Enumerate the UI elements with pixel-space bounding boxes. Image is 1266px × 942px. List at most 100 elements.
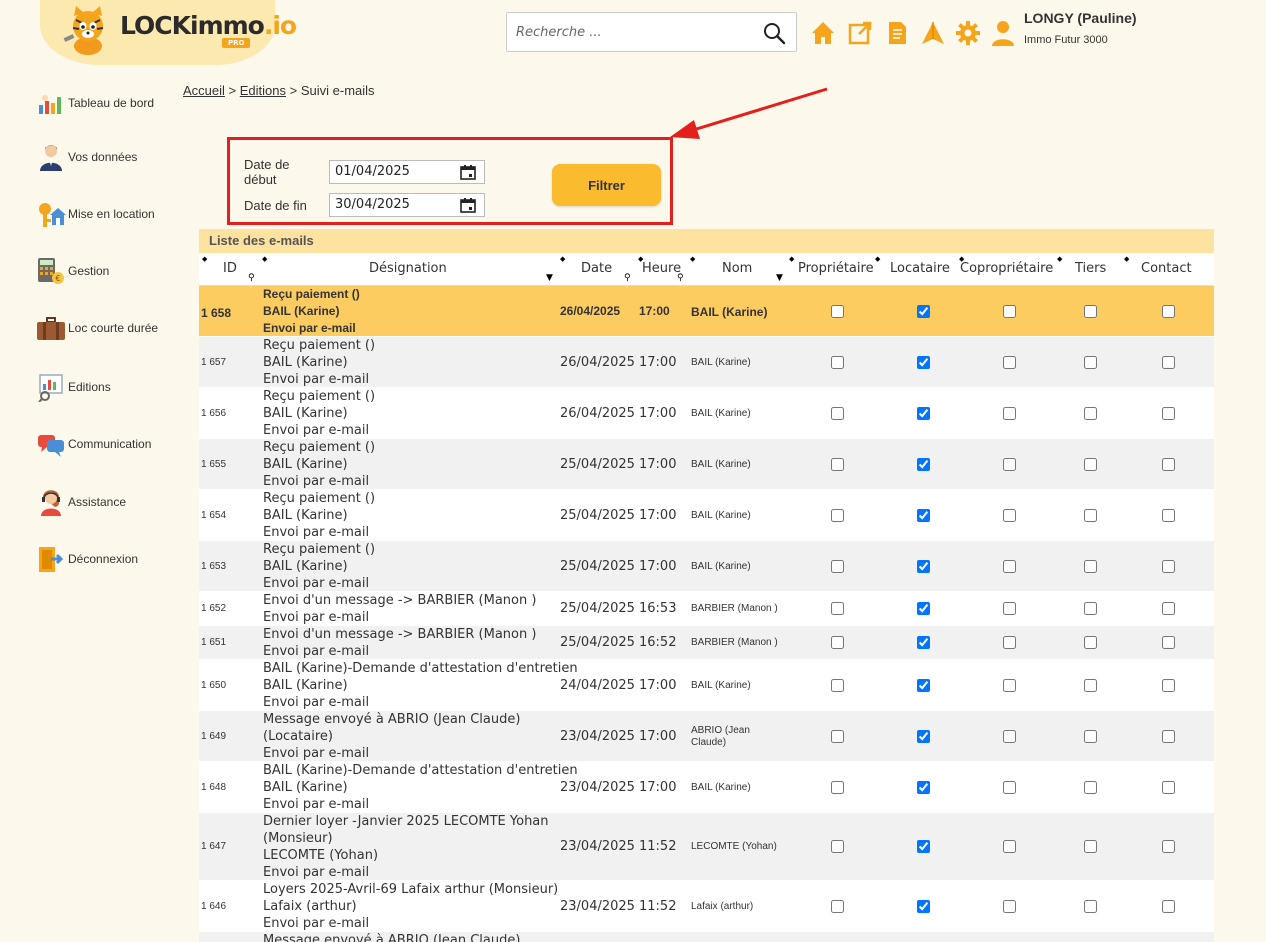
search-filter-icon[interactable]: ⚲ xyxy=(624,273,631,283)
locataire-checkbox[interactable] xyxy=(917,679,930,692)
locataire-checkbox[interactable] xyxy=(917,781,930,794)
contact-checkbox[interactable] xyxy=(1162,900,1175,913)
contact-checkbox[interactable] xyxy=(1162,602,1175,615)
sort-icon[interactable]: ◆ xyxy=(1057,255,1062,263)
home-icon[interactable] xyxy=(810,20,836,46)
calendar-icon[interactable] xyxy=(460,198,476,213)
coproprietaire-checkbox[interactable] xyxy=(1003,900,1016,913)
user-icon[interactable] xyxy=(990,20,1016,46)
proprietaire-checkbox[interactable] xyxy=(831,560,844,573)
coproprietaire-checkbox[interactable] xyxy=(1003,356,1016,369)
calendar-icon[interactable] xyxy=(460,165,476,180)
column-header-nom[interactable]: Nom xyxy=(722,261,752,276)
locataire-checkbox[interactable] xyxy=(917,509,930,522)
column-header-coproprietaire[interactable]: Copropriétaire xyxy=(960,261,1053,276)
table-row[interactable]: 1 651 Envoi d'un message -> BARBIER (Mano… xyxy=(199,626,1214,660)
tiers-checkbox[interactable] xyxy=(1084,509,1097,522)
tiers-checkbox[interactable] xyxy=(1084,305,1097,318)
contact-checkbox[interactable] xyxy=(1162,840,1175,853)
table-row[interactable]: 1 647 Dernier loyer -Janvier 2025 LECOMTE… xyxy=(199,813,1214,881)
column-header-contact[interactable]: Contact xyxy=(1141,261,1192,276)
proprietaire-checkbox[interactable] xyxy=(831,356,844,369)
tiers-checkbox[interactable] xyxy=(1084,458,1097,471)
proprietaire-checkbox[interactable] xyxy=(831,840,844,853)
locataire-checkbox[interactable] xyxy=(917,840,930,853)
gear-icon[interactable] xyxy=(955,20,981,46)
proprietaire-checkbox[interactable] xyxy=(831,900,844,913)
column-header-heure[interactable]: Heure xyxy=(642,261,681,276)
table-row[interactable]: 1 653 Reçu paiement () BAIL (Karine) Envoi … xyxy=(199,541,1214,592)
column-header-locataire[interactable]: Locataire xyxy=(890,261,950,276)
table-row[interactable]: 1 648 BAIL (Karine)-Demande d'attestation… xyxy=(199,762,1214,813)
tiers-checkbox[interactable] xyxy=(1084,407,1097,420)
table-row[interactable]: 1 657 Reçu paiement () BAIL (Karine) Envoi … xyxy=(199,337,1214,388)
coproprietaire-checkbox[interactable] xyxy=(1003,840,1016,853)
sort-icon[interactable]: ◆ xyxy=(789,255,794,263)
locataire-checkbox[interactable] xyxy=(917,458,930,471)
column-header-tiers[interactable]: Tiers xyxy=(1075,261,1106,276)
contact-checkbox[interactable] xyxy=(1162,560,1175,573)
column-header-date[interactable]: Date xyxy=(581,261,612,276)
tiers-checkbox[interactable] xyxy=(1084,602,1097,615)
locataire-checkbox[interactable] xyxy=(917,407,930,420)
table-row[interactable]: 1 652 Envoi d'un message -> BARBIER (Mano… xyxy=(199,592,1214,626)
tiers-checkbox[interactable] xyxy=(1084,356,1097,369)
proprietaire-checkbox[interactable] xyxy=(831,636,844,649)
contact-checkbox[interactable] xyxy=(1162,636,1175,649)
table-row[interactable]: 1 650 BAIL (Karine)-Demande d'attestation… xyxy=(199,660,1214,711)
table-row[interactable]: 1 658 Reçu paiement () BAIL (Karine) Envoi … xyxy=(199,286,1214,337)
external-link-icon[interactable] xyxy=(847,20,873,46)
contact-checkbox[interactable] xyxy=(1162,356,1175,369)
sort-icon[interactable]: ◆ xyxy=(690,255,695,263)
locataire-checkbox[interactable] xyxy=(917,356,930,369)
proprietaire-checkbox[interactable] xyxy=(831,305,844,318)
table-row[interactable]: 1 654 Reçu paiement () BAIL (Karine) Envoi … xyxy=(199,490,1214,541)
brand-logo[interactable]: LOCKimmo.io xyxy=(120,11,297,40)
sort-icon[interactable]: ◆ xyxy=(202,255,207,263)
sidebar-item-tableau-de-bord[interactable]: Tableau de bord xyxy=(36,88,154,118)
coproprietaire-checkbox[interactable] xyxy=(1003,560,1016,573)
proprietaire-checkbox[interactable] xyxy=(831,509,844,522)
table-row[interactable]: 1 656 Reçu paiement () BAIL (Karine) Envoi … xyxy=(199,388,1214,439)
proprietaire-checkbox[interactable] xyxy=(831,602,844,615)
sidebar-item-deconnexion[interactable]: Déconnexion xyxy=(36,544,138,574)
paper-plane-icon[interactable] xyxy=(920,20,946,46)
column-header-id[interactable]: ID xyxy=(223,261,237,276)
breadcrumb-home-link[interactable]: Accueil xyxy=(183,83,225,98)
proprietaire-checkbox[interactable] xyxy=(831,407,844,420)
proprietaire-checkbox[interactable] xyxy=(831,679,844,692)
filter-funnel-icon[interactable]: ▼ xyxy=(776,273,783,283)
sidebar-item-communication[interactable]: Communication xyxy=(36,429,151,459)
contact-checkbox[interactable] xyxy=(1162,305,1175,318)
coproprietaire-checkbox[interactable] xyxy=(1003,636,1016,649)
sidebar-item-assistance[interactable]: Assistance xyxy=(36,487,126,517)
locataire-checkbox[interactable] xyxy=(917,636,930,649)
tiers-checkbox[interactable] xyxy=(1084,781,1097,794)
tiers-checkbox[interactable] xyxy=(1084,636,1097,649)
sidebar-item-editions[interactable]: Editions xyxy=(36,372,111,402)
contact-checkbox[interactable] xyxy=(1162,509,1175,522)
sidebar-item-mise-en-location[interactable]: Mise en location xyxy=(36,199,155,229)
breadcrumb-editions-link[interactable]: Editions xyxy=(240,83,286,98)
locataire-checkbox[interactable] xyxy=(917,305,930,318)
coproprietaire-checkbox[interactable] xyxy=(1003,407,1016,420)
search-icon[interactable] xyxy=(762,21,786,45)
tiers-checkbox[interactable] xyxy=(1084,730,1097,743)
contact-checkbox[interactable] xyxy=(1162,679,1175,692)
sort-icon[interactable]: ◆ xyxy=(875,255,880,263)
locataire-checkbox[interactable] xyxy=(917,900,930,913)
table-row[interactable]: Message envoyé à ABRIO (Jean Claude) xyxy=(199,932,1214,942)
coproprietaire-checkbox[interactable] xyxy=(1003,730,1016,743)
coproprietaire-checkbox[interactable] xyxy=(1003,679,1016,692)
tiers-checkbox[interactable] xyxy=(1084,840,1097,853)
search-input[interactable] xyxy=(507,13,757,51)
locataire-checkbox[interactable] xyxy=(917,560,930,573)
coproprietaire-checkbox[interactable] xyxy=(1003,509,1016,522)
proprietaire-checkbox[interactable] xyxy=(831,781,844,794)
contact-checkbox[interactable] xyxy=(1162,781,1175,794)
column-header-designation[interactable]: Désignation xyxy=(369,261,447,276)
column-header-proprietaire[interactable]: Propriétaire xyxy=(798,261,874,276)
coproprietaire-checkbox[interactable] xyxy=(1003,781,1016,794)
tiers-checkbox[interactable] xyxy=(1084,679,1097,692)
table-row[interactable]: 1 649 Message envoyé à ABRIO (Jean Claude… xyxy=(199,711,1214,762)
